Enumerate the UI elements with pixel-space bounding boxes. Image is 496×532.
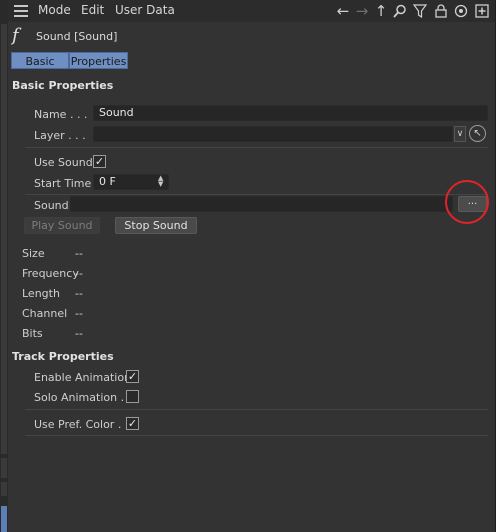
start-time-value: 0 F (99, 175, 116, 188)
spinner-arrows-icon[interactable]: ▲ ▼ (158, 175, 166, 188)
divider (25, 147, 488, 148)
track-properties-heading: Track Properties (12, 350, 114, 363)
object-title: Sound [Sound] (36, 30, 118, 43)
checkmark-icon: ✓ (127, 370, 138, 383)
arrow-up-icon[interactable]: ↑ (372, 2, 390, 20)
solo-animation-checkbox[interactable] (126, 390, 139, 403)
use-sound-label: Use Sound (34, 156, 93, 169)
sound-label: Sound (34, 199, 69, 212)
layer-field[interactable] (93, 126, 453, 142)
dock-segment (1, 458, 7, 478)
divider (25, 409, 488, 410)
menu-edit[interactable]: Edit (81, 3, 104, 17)
object-title-row: f Sound [Sound] (8, 25, 495, 47)
arrow-left-icon[interactable]: ← (334, 2, 352, 20)
menu-user-data[interactable]: User Data (115, 3, 175, 17)
stop-sound-button[interactable]: Stop Sound (115, 217, 197, 234)
info-channel-label: Channel (22, 307, 68, 320)
arrow-right-icon[interactable]: → (353, 2, 371, 20)
hamburger-menu-icon[interactable] (14, 5, 28, 17)
filter-icon[interactable] (411, 2, 429, 20)
info-bits-value: -- (75, 327, 83, 340)
checkmark-icon: ✓ (127, 417, 138, 430)
enable-animation-checkbox[interactable]: ✓ (126, 370, 139, 383)
add-icon[interactable] (473, 2, 491, 20)
play-sound-button[interactable]: Play Sound (24, 217, 100, 234)
use-pref-color-label: Use Pref. Color . (34, 418, 122, 431)
name-label: Name . . . (34, 108, 88, 121)
search-icon[interactable] (391, 2, 409, 20)
start-time-input[interactable]: 0 F ▲ ▼ (93, 174, 169, 190)
info-frequency-label: Frequency (22, 267, 79, 280)
target-icon[interactable] (452, 2, 470, 20)
menu-bar: Mode Edit User Data ← → ↑ (8, 0, 495, 22)
start-time-label: Start Time (34, 177, 92, 190)
sound-file-field[interactable] (70, 196, 453, 212)
info-size-value: -- (75, 247, 83, 260)
info-bits-label: Bits (22, 327, 43, 340)
name-input[interactable]: Sound (93, 105, 488, 121)
basic-properties-heading: Basic Properties (12, 79, 114, 92)
enable-animation-label: Enable Animation (34, 371, 132, 384)
chevron-down-icon[interactable]: ∨ (454, 126, 466, 142)
dock-segment (1, 482, 7, 496)
info-channel-value: -- (75, 307, 83, 320)
dock-segment (1, 24, 7, 454)
tab-basic[interactable]: Basic (11, 52, 69, 69)
lock-icon[interactable] (432, 2, 450, 20)
info-frequency-value: -- (75, 267, 83, 280)
dock-active-indicator (1, 506, 7, 532)
divider (25, 194, 488, 195)
left-dock-strip (0, 0, 8, 532)
use-pref-color-checkbox[interactable]: ✓ (126, 417, 139, 430)
divider (25, 435, 488, 436)
highlight-circle (445, 180, 489, 224)
use-sound-checkbox[interactable]: ✓ (93, 155, 106, 168)
info-size-label: Size (22, 247, 45, 260)
info-length-label: Length (22, 287, 60, 300)
function-icon: f (12, 25, 19, 46)
menu-mode[interactable]: Mode (38, 3, 71, 17)
checkmark-icon: ✓ (94, 155, 105, 168)
attribute-manager-panel: Mode Edit User Data ← → ↑ f Sound [Sound… (8, 0, 495, 532)
tab-properties[interactable]: Properties (69, 52, 128, 69)
layer-label: Layer . . . (34, 129, 86, 142)
solo-animation-label: Solo Animation . (34, 391, 125, 404)
picker-arrow-icon[interactable]: ↖ (469, 125, 486, 142)
info-length-value: -- (75, 287, 83, 300)
